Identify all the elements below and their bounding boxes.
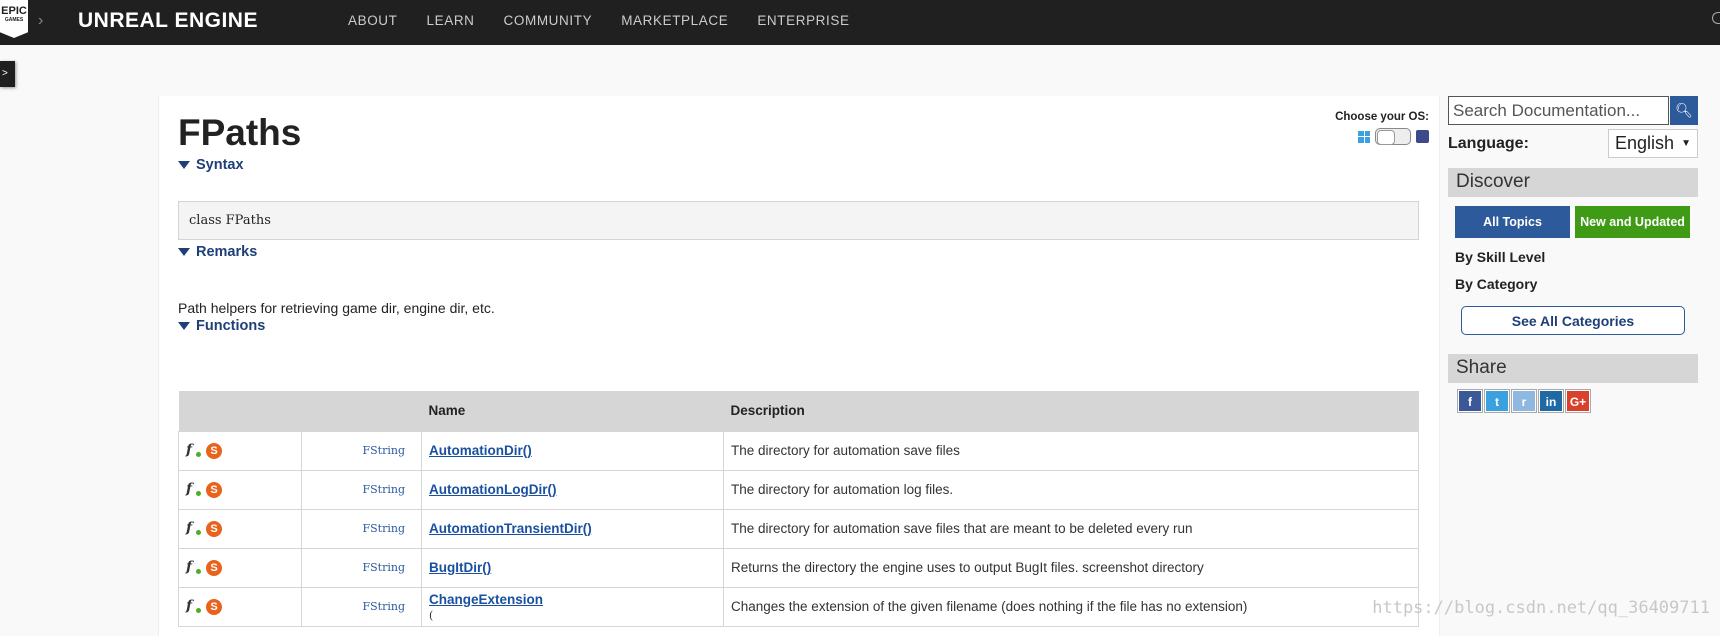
function-icon: f — [186, 520, 202, 536]
function-icon: f — [186, 442, 202, 458]
table-header-row: Name Description — [178, 391, 1419, 431]
syntax-heading-label: Syntax — [196, 157, 244, 173]
functions-heading-label: Functions — [196, 318, 266, 334]
header-description: Description — [723, 391, 1419, 431]
share-icons: f t r in G+ — [1457, 389, 1698, 413]
header-icons — [178, 391, 302, 431]
search-row: 🔍︎ — [1448, 96, 1698, 125]
top-nav-bar: EPIC GAMES › UNREAL ENGINE ABOUT LEARN C… — [0, 0, 1720, 45]
functions-heading[interactable]: Functions — [178, 318, 265, 334]
language-row: Language: English ▼ — [1448, 129, 1698, 158]
function-link[interactable]: BugItDir() — [429, 560, 491, 575]
function-description: The directory for automation save files — [723, 430, 1419, 471]
discover-heading: Discover — [1448, 168, 1698, 197]
function-link[interactable]: ChangeExtension — [429, 592, 543, 607]
main-content: FPaths Choose your OS: Syntax class FPat… — [158, 96, 1440, 636]
static-icon: S — [206, 442, 222, 459]
function-icon: f — [186, 559, 202, 575]
syntax-code-box: class FPaths — [178, 201, 1419, 240]
static-icon: S — [206, 598, 222, 615]
return-type: FString — [301, 508, 422, 549]
collapse-triangle-icon — [178, 322, 190, 330]
unreal-engine-brand[interactable]: UNREAL ENGINE — [78, 9, 258, 33]
by-category-link[interactable]: By Category — [1455, 276, 1698, 292]
header-type — [301, 391, 422, 431]
collapse-triangle-icon — [178, 161, 190, 169]
remarks-text: Path helpers for retrieving game dir, en… — [178, 300, 495, 316]
os-label: Choose your OS: — [1335, 111, 1429, 123]
linkedin-icon[interactable]: in — [1538, 389, 1564, 413]
main-nav: ABOUT LEARN COMMUNITY MARKETPLACE ENTERP… — [348, 13, 879, 28]
table-row: fS FString AutomationDir() The directory… — [178, 430, 1419, 471]
os-chooser: Choose your OS: — [1319, 111, 1429, 145]
function-icon: f — [186, 598, 202, 614]
function-description: Returns the directory the engine uses to… — [723, 547, 1419, 588]
function-description: The directory for automation log files. — [723, 469, 1419, 510]
share-heading: Share — [1448, 354, 1698, 383]
new-and-updated-button[interactable]: New and Updated — [1575, 206, 1690, 238]
os-toggle[interactable] — [1375, 128, 1411, 145]
nav-enterprise[interactable]: ENTERPRISE — [757, 13, 849, 28]
function-description: The directory for automation save files … — [723, 508, 1419, 549]
logo-line1: EPIC — [1, 5, 27, 17]
search-input[interactable] — [1448, 96, 1669, 125]
language-label: Language: — [1448, 134, 1529, 152]
page-title: FPaths — [178, 112, 302, 153]
twitter-icon[interactable]: t — [1484, 389, 1510, 413]
windows-icon[interactable] — [1358, 130, 1370, 143]
see-all-categories-button[interactable]: See All Categories — [1461, 306, 1685, 335]
collapse-triangle-icon — [178, 248, 190, 256]
table-row: fS FString AutomationTransientDir() The … — [178, 508, 1419, 549]
nav-learn[interactable]: LEARN — [427, 13, 475, 28]
static-icon: S — [206, 481, 222, 498]
return-type: FString — [301, 547, 422, 588]
reddit-icon[interactable]: r — [1511, 389, 1537, 413]
return-type: FString — [301, 586, 422, 627]
epic-games-logo[interactable]: EPIC GAMES — [0, 0, 28, 38]
function-link[interactable]: AutomationTransientDir() — [429, 521, 592, 536]
function-description: Changes the extension of the given filen… — [723, 586, 1419, 627]
static-icon: S — [206, 520, 222, 537]
by-skill-level-link[interactable]: By Skill Level — [1455, 249, 1698, 265]
language-value: English — [1615, 133, 1675, 153]
dropdown-caret-icon: ▼ — [1681, 138, 1691, 149]
language-select[interactable]: English ▼ — [1608, 129, 1698, 158]
logo-line2: GAMES — [4, 17, 24, 23]
table-row: fS FString BugItDir() Returns the direct… — [178, 547, 1419, 588]
nav-community[interactable]: COMMUNITY — [504, 13, 593, 28]
remarks-heading[interactable]: Remarks — [178, 244, 257, 260]
search-button[interactable]: 🔍︎ — [1670, 96, 1698, 125]
syntax-heading[interactable]: Syntax — [178, 157, 244, 173]
nav-marketplace[interactable]: MARKETPLACE — [621, 13, 728, 28]
right-sidebar: 🔍︎ Language: English ▼ Discover All Topi… — [1448, 96, 1698, 413]
all-topics-button[interactable]: All Topics — [1455, 206, 1570, 238]
watermark: https://blog.csdn.net/qq_36409711 — [1372, 598, 1710, 618]
facebook-icon[interactable]: f — [1457, 389, 1483, 413]
table-row: fS FString AutomationLogDir() The direct… — [178, 469, 1419, 510]
mac-icon[interactable] — [1416, 130, 1429, 143]
function-link[interactable]: AutomationLogDir() — [429, 482, 556, 497]
return-type: FString — [301, 430, 422, 471]
function-icon: f — [186, 481, 202, 497]
nav-about[interactable]: ABOUT — [348, 13, 398, 28]
table-row: fS FString ChangeExtension( Changes the … — [178, 586, 1419, 627]
chevron-right-icon[interactable]: › — [38, 12, 43, 30]
search-icon: 🔍︎ — [1675, 102, 1693, 118]
side-panel-toggle[interactable]: > — [0, 61, 15, 87]
function-link[interactable]: AutomationDir() — [429, 443, 532, 458]
function-params: ( — [429, 608, 434, 622]
remarks-heading-label: Remarks — [196, 244, 258, 260]
return-type: FString — [301, 469, 422, 510]
static-icon: S — [206, 559, 222, 576]
googleplus-icon[interactable]: G+ — [1565, 389, 1591, 413]
functions-table: Name Description fS FString AutomationDi… — [178, 391, 1419, 627]
search-toggle-icon[interactable] — [1712, 12, 1720, 24]
header-name: Name — [421, 391, 724, 431]
